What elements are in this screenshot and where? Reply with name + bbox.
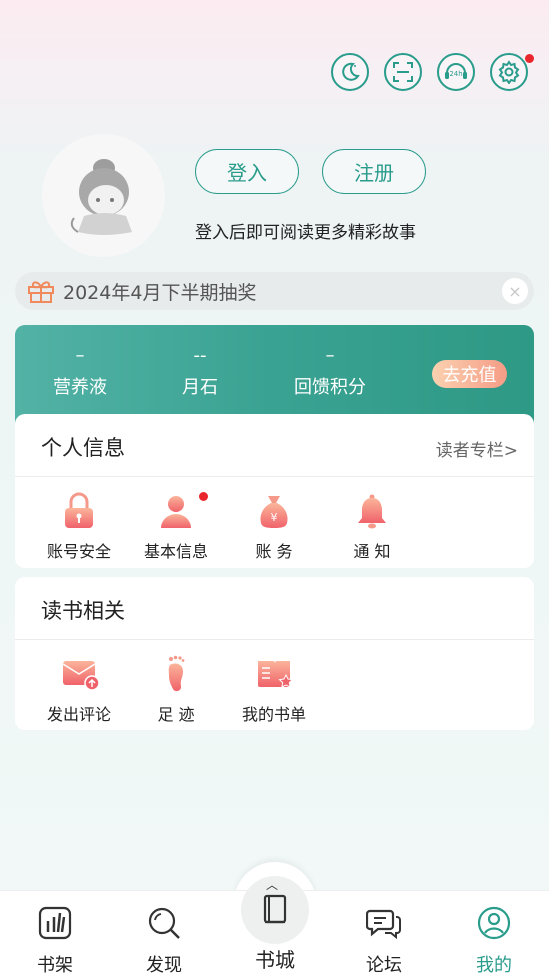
bell-icon <box>354 492 390 530</box>
service-24h-label: 24h <box>449 70 462 78</box>
settings-badge <box>525 54 534 63</box>
discover-icon <box>148 907 180 939</box>
comments-label: 发出评论 <box>46 705 111 724</box>
stat-points-label: 回馈积分 <box>294 377 366 398</box>
nav-forum[interactable]: 论坛 <box>344 905 424 976</box>
personal-info-title: 个人信息 <box>41 436 125 460</box>
account-finance-item[interactable]: ¥ 账 务 <box>226 492 322 562</box>
close-icon[interactable]: × <box>502 278 528 304</box>
nav-bookstore[interactable]: 书城 <box>235 920 315 973</box>
stat-moonstone-value: -- <box>193 345 207 366</box>
notification-item[interactable]: 通 知 <box>324 492 420 562</box>
profile-icon <box>477 906 511 940</box>
stat-points-value: – <box>325 345 335 366</box>
avatar[interactable] <box>42 134 165 257</box>
nav-forum-label: 论坛 <box>366 955 402 976</box>
money-bag-icon: ¥ <box>256 492 292 530</box>
scan-icon[interactable] <box>384 53 422 91</box>
basic-info-item[interactable]: 基本信息 <box>128 492 224 562</box>
nav-profile-label: 我的 <box>476 955 512 976</box>
lottery-banner[interactable]: 2024年4月下半期抽奖 × <box>15 272 534 310</box>
register-button[interactable]: 注册 <box>322 149 426 194</box>
nav-discover[interactable]: 发现 <box>124 905 204 976</box>
personal-info-card: 个人信息 读者专栏> 账号安全 基本信息 ¥ 账 务 通 知 <box>15 414 534 568</box>
reader-column-link[interactable]: 读者专栏> <box>436 436 518 461</box>
footprint-item[interactable]: 足 迹 <box>128 655 224 725</box>
user-icon <box>158 492 194 530</box>
recharge-button[interactable]: 去充值 <box>432 360 507 388</box>
nav-profile[interactable]: 我的 <box>454 905 534 976</box>
divider <box>15 476 534 477</box>
forum-icon <box>365 909 401 940</box>
account-security-item[interactable]: 账号安全 <box>31 492 127 562</box>
login-button[interactable]: 登入 <box>195 149 299 194</box>
nav-bookshelf-label: 书架 <box>37 955 73 976</box>
comments-item[interactable]: 发出评论 <box>31 655 127 725</box>
stat-moonstone-label: 月石 <box>182 377 218 398</box>
lottery-text: 2024年4月下半期抽奖 <box>63 281 257 304</box>
night-mode-icon[interactable] <box>331 53 369 91</box>
nav-bookstore-label: 书城 <box>255 948 295 972</box>
nav-discover-label: 发现 <box>146 955 182 976</box>
chevron-up-icon: ︿ <box>266 878 279 892</box>
lock-icon <box>61 492 97 530</box>
stat-points[interactable]: – 回馈积分 <box>275 345 385 399</box>
comment-mail-icon <box>61 655 100 693</box>
bookshelf-icon <box>38 906 72 940</box>
basic-info-label: 基本信息 <box>143 542 208 561</box>
basic-info-badge <box>199 492 208 501</box>
booklist-item[interactable]: 我的书单 <box>226 655 322 725</box>
booklist-icon <box>256 655 294 693</box>
footprint-label: 足 迹 <box>157 705 195 724</box>
account-security-label: 账号安全 <box>46 542 111 561</box>
stat-nutrient-label: 营养液 <box>53 377 107 398</box>
settings-icon[interactable] <box>490 53 528 91</box>
gift-icon <box>28 281 54 303</box>
stat-nutrient-value: – <box>75 345 85 366</box>
customer-service-icon[interactable]: 24h <box>437 53 475 91</box>
svg-text:¥: ¥ <box>271 511 278 524</box>
divider <box>15 639 534 640</box>
stat-nutrient[interactable]: – 营养液 <box>25 345 135 399</box>
reading-card: 读书相关 发出评论 足 迹 我的书单 <box>15 577 534 730</box>
reading-title: 读书相关 <box>41 599 125 623</box>
stat-moonstone[interactable]: -- 月石 <box>145 345 255 399</box>
account-finance-label: 账 务 <box>255 542 293 561</box>
footprint-icon <box>158 655 194 693</box>
notification-label: 通 知 <box>353 542 391 561</box>
login-hint: 登入后即可阅读更多精彩故事 <box>195 223 416 243</box>
booklist-label: 我的书单 <box>241 705 306 724</box>
nav-bookshelf[interactable]: 书架 <box>15 905 95 976</box>
